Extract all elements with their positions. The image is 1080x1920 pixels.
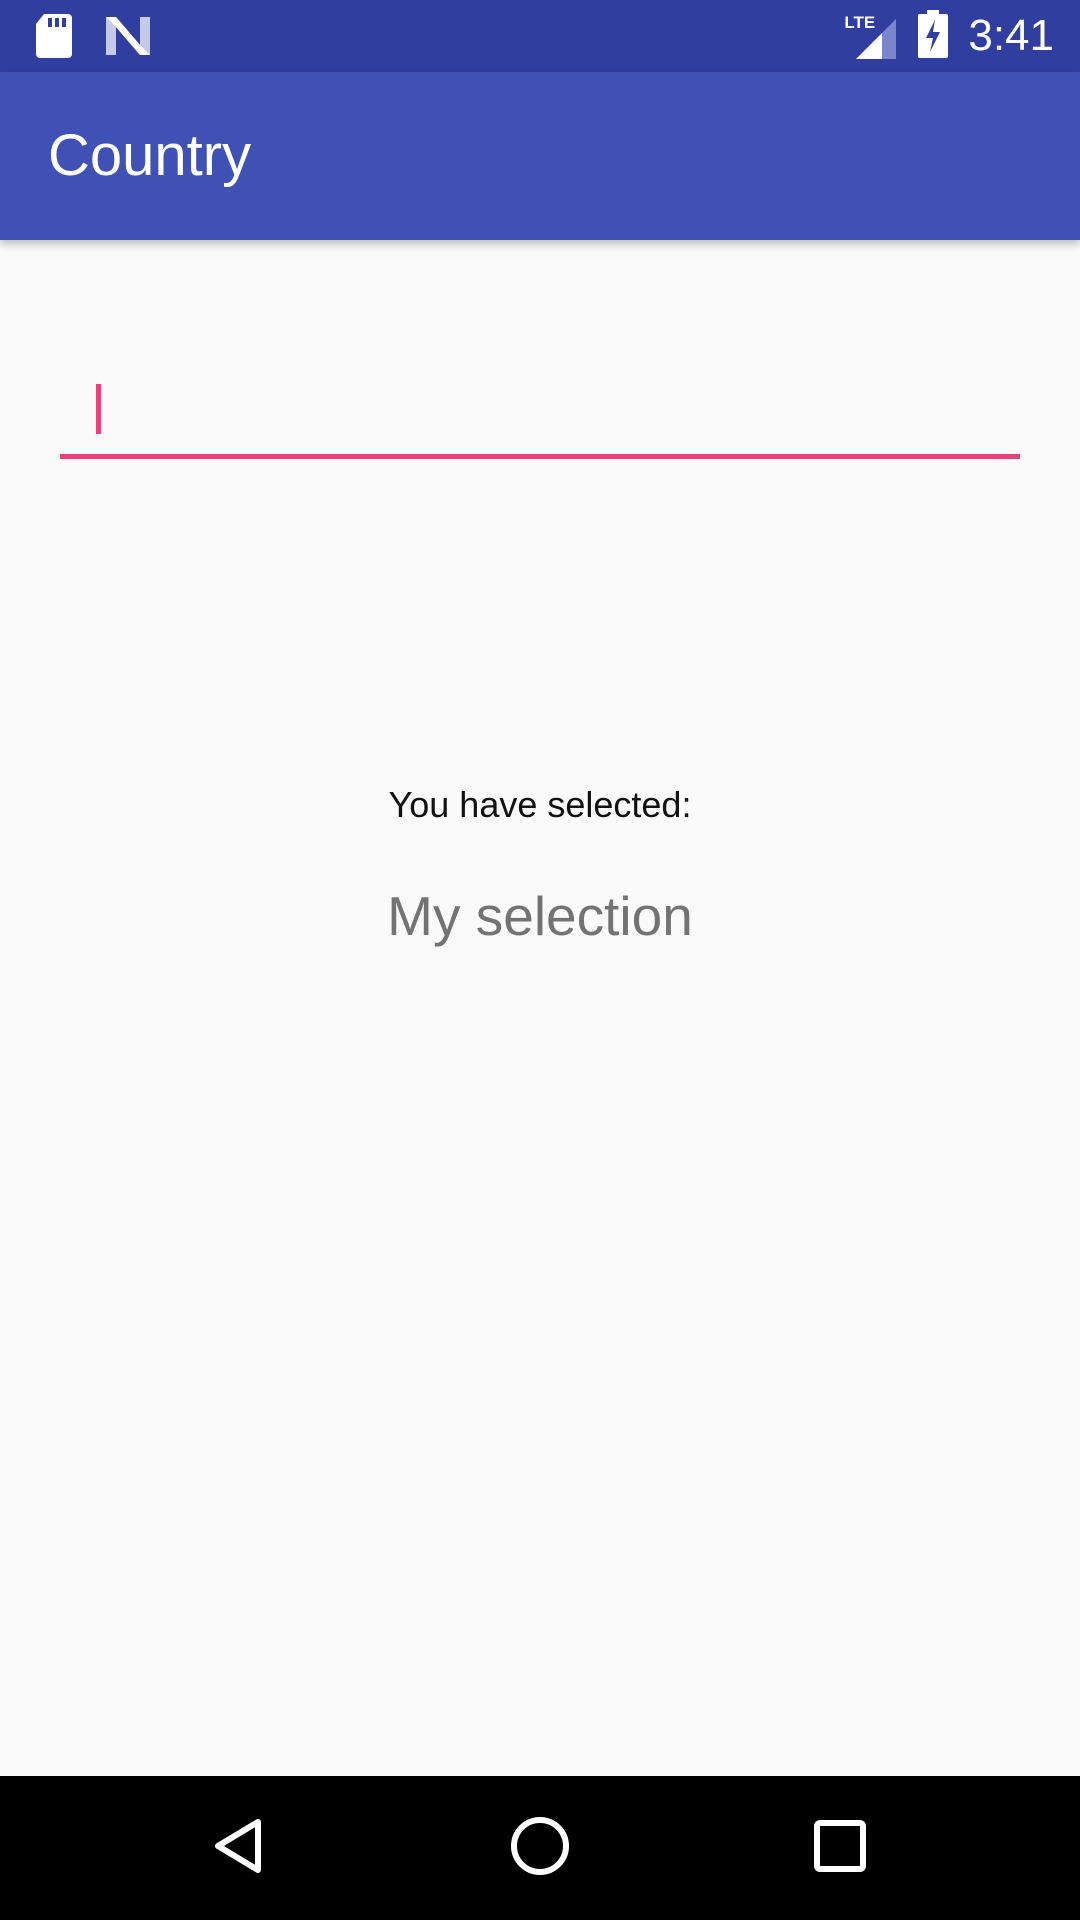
home-icon xyxy=(509,1815,571,1882)
n-logo-icon xyxy=(106,17,150,60)
screen: LTE 3:41 Country You have selected: My s… xyxy=(0,0,1080,1920)
app-title: Country xyxy=(48,123,252,188)
recents-icon xyxy=(812,1818,868,1879)
battery-charging-icon xyxy=(918,9,949,63)
status-bar: LTE 3:41 xyxy=(0,0,1080,72)
status-clock: 3:41 xyxy=(968,11,1054,60)
selection-label: You have selected: xyxy=(388,784,692,825)
back-icon xyxy=(210,1816,270,1881)
status-left-icons xyxy=(36,14,150,63)
country-field[interactable] xyxy=(60,372,1020,462)
back-button[interactable] xyxy=(190,1798,290,1898)
lte-signal-icon: LTE xyxy=(842,11,898,61)
app-bar: Country xyxy=(0,72,1080,240)
sd-card-icon xyxy=(36,14,72,63)
navigation-bar xyxy=(0,1776,1080,1920)
text-cursor xyxy=(96,384,101,434)
field-underline xyxy=(60,454,1020,459)
status-right-icons: LTE 3:41 xyxy=(842,8,1054,64)
recents-button[interactable] xyxy=(790,1798,890,1898)
home-button[interactable] xyxy=(490,1798,590,1898)
country-input[interactable] xyxy=(60,372,1020,456)
selection-value: My selection xyxy=(387,885,693,947)
